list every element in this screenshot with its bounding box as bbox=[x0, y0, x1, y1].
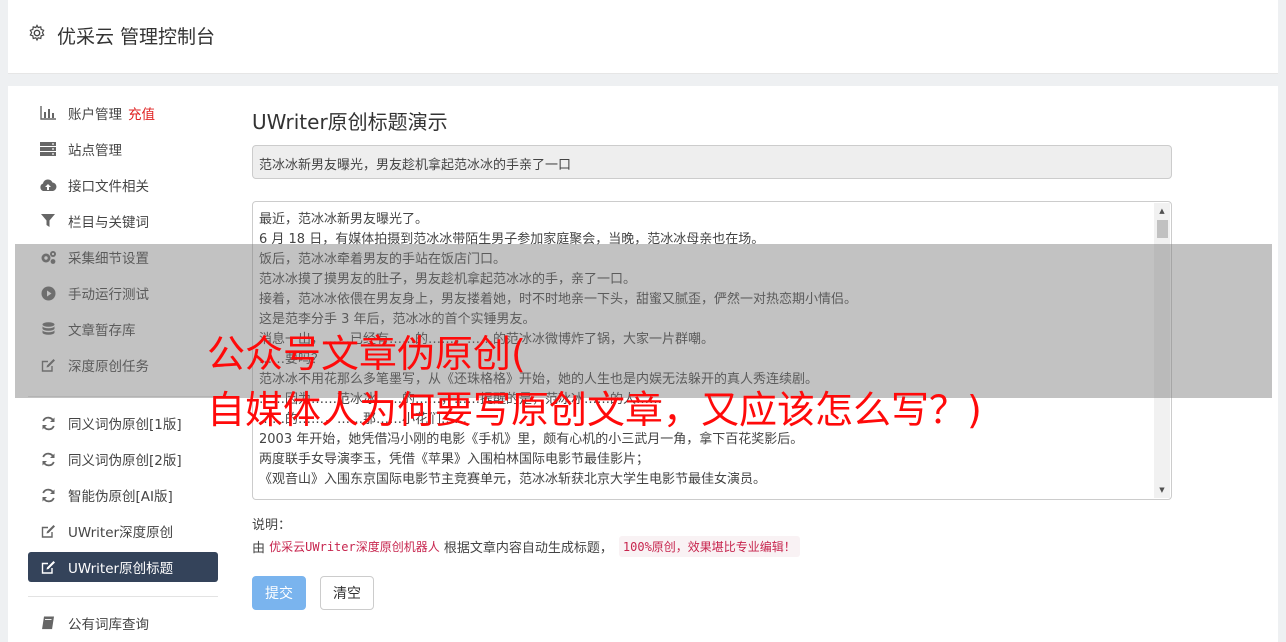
sidebar-item-ai-rewrite[interactable]: 智能伪原创[AI版] bbox=[28, 480, 218, 510]
edit-icon bbox=[39, 558, 57, 576]
submit-button[interactable]: 提交 bbox=[252, 576, 306, 610]
note-label: 说明： bbox=[252, 518, 292, 533]
generated-title-field[interactable]: 范冰冰新男友曝光，男友趁机拿起范冰冰的手亲了一口 bbox=[252, 145, 1172, 179]
sidebar-item-label: 公有词库查询 bbox=[68, 617, 149, 633]
sidebar-item-label: 接口文件相关 bbox=[68, 179, 149, 195]
refresh-icon bbox=[39, 450, 57, 468]
server-icon bbox=[39, 140, 57, 158]
cloud-upload-icon bbox=[39, 176, 57, 194]
top-header: 优采云 管理控制台 bbox=[8, 0, 1278, 74]
sidebar-item-uwriter-deep[interactable]: UWriter深度原创 bbox=[28, 516, 218, 546]
sidebar-item-label: UWriter原创标题 bbox=[68, 561, 174, 577]
sidebar-item-label: 站点管理 bbox=[68, 143, 122, 159]
scroll-up-arrow-icon[interactable]: ▲ bbox=[1154, 203, 1170, 219]
app-title: 优采云 管理控制台 bbox=[57, 26, 216, 48]
edit-icon bbox=[39, 522, 57, 540]
article-line: 《观音山》入围东京国际电影节主竞赛单元，范冰冰斩获北京大学生电影节最佳女演员。 bbox=[259, 472, 767, 487]
refresh-icon bbox=[39, 414, 57, 432]
scroll-down-arrow-icon[interactable]: ▼ bbox=[1154, 482, 1170, 498]
sidebar-item-label: UWriter深度原创 bbox=[68, 525, 174, 541]
sidebar-divider bbox=[28, 596, 218, 597]
overlay-caption-line: 公众号文章伪原创( bbox=[207, 332, 526, 376]
note-text: 由 优采云UWriter深度原创机器人 根据文章内容自动生成标题， 100%原创… bbox=[252, 536, 800, 557]
bar-chart-icon bbox=[39, 104, 57, 122]
sidebar-item-label: 智能伪原创[AI版] bbox=[68, 489, 173, 505]
sidebar-item-label: 同义词伪原创[2版] bbox=[68, 453, 182, 469]
overlay-caption-line: 自媒体人为何要写原创文章，又应该怎么写？) bbox=[207, 388, 982, 432]
filter-icon bbox=[39, 212, 57, 230]
scroll-thumb[interactable] bbox=[1157, 220, 1168, 238]
book-icon bbox=[39, 614, 57, 632]
recharge-link[interactable]: 充值 bbox=[128, 107, 155, 123]
sidebar-item-account[interactable]: 账户管理 充值 bbox=[28, 98, 218, 128]
sidebar-item-label: 账户管理 bbox=[68, 107, 122, 123]
sidebar-item-label: 同义词伪原创[1版] bbox=[68, 417, 182, 433]
sidebar-item-synonym-v2[interactable]: 同义词伪原创[2版] bbox=[28, 444, 218, 474]
sidebar-item-columns-keywords[interactable]: 栏目与关键词 bbox=[28, 206, 218, 236]
clear-button[interactable]: 清空 bbox=[320, 576, 374, 610]
sidebar-item-synonym-v1[interactable]: 同义词伪原创[1版] bbox=[28, 408, 218, 438]
sidebar-item-label: 栏目与关键词 bbox=[68, 215, 149, 231]
robot-name: 优采云UWriter深度原创机器人 bbox=[269, 540, 440, 554]
sidebar-item-interface-files[interactable]: 接口文件相关 bbox=[28, 170, 218, 200]
sidebar-item-public-lexicon[interactable]: 公有词库查询 bbox=[28, 608, 218, 638]
original-badge: 100%原创，效果堪比专业编辑！ bbox=[618, 536, 800, 557]
overlay-caption: 公众号文章伪原创( 自媒体人为何要写原创文章，又应该怎么写？) bbox=[207, 326, 982, 438]
gear-icon bbox=[29, 24, 45, 42]
refresh-icon bbox=[39, 486, 57, 504]
article-line: 最近，范冰冰新男友曝光了。 bbox=[259, 212, 429, 227]
article-line: 两度联手女导演李玉，凭借《苹果》入围柏林国际电影节最佳影片； bbox=[259, 452, 650, 467]
sidebar-item-sites[interactable]: 站点管理 bbox=[28, 134, 218, 164]
note-middle: 根据文章内容自动生成标题， bbox=[443, 541, 613, 556]
note-prefix: 由 bbox=[252, 541, 266, 556]
page-title: UWriter原创标题演示 bbox=[252, 110, 448, 134]
sidebar-item-uwriter-title[interactable]: UWriter原创标题 bbox=[28, 552, 218, 582]
